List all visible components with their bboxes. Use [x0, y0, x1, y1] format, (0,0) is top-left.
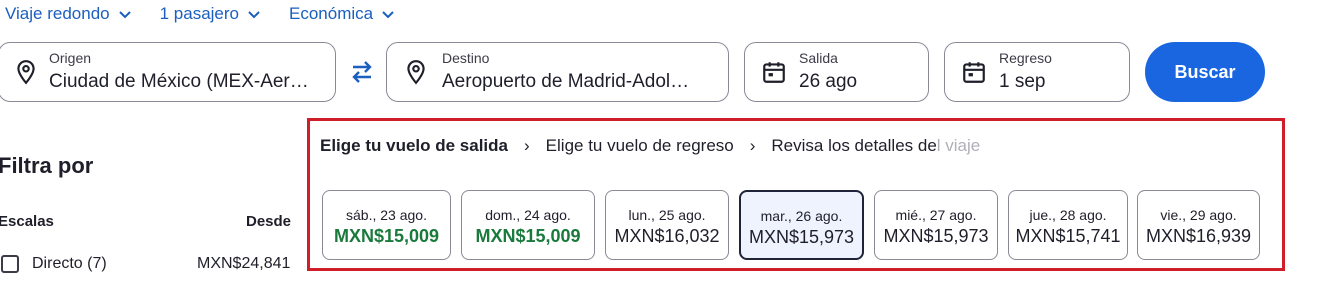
card-date: lun., 25 ago. [628, 207, 706, 223]
date-price-card[interactable]: sáb., 23 ago. MXN$15,009 [322, 190, 451, 260]
date-price-card[interactable]: dom., 24 ago. MXN$15,009 [461, 190, 595, 260]
chevron-right-icon: › [524, 136, 530, 155]
stops-label: Escalas [0, 213, 54, 230]
location-pin-icon [13, 59, 39, 85]
location-pin-icon [403, 59, 429, 85]
trip-type-dropdown[interactable]: Viaje redondo [5, 4, 132, 24]
breadcrumb-step-return: Elige tu vuelo de regreso [545, 136, 734, 155]
breadcrumb: Elige tu vuelo de salida › Elige tu vuel… [320, 136, 980, 156]
card-price: MXN$15,741 [1015, 226, 1121, 246]
card-date: vie., 29 ago. [1160, 207, 1237, 223]
date-price-card[interactable]: vie., 29 ago. MXN$16,939 [1137, 190, 1260, 260]
breadcrumb-step-review: Revisa los detalles del viaje [771, 136, 980, 156]
direct-checkbox[interactable] [1, 255, 19, 273]
destination-field[interactable]: Destino Aeropuerto de Madrid-Adol… [386, 42, 729, 102]
origin-value: Ciudad de México (MEX-Aer… [49, 71, 309, 92]
date-price-card[interactable]: lun., 25 ago. MXN$16,032 [605, 190, 729, 260]
chevron-right-icon: › [749, 136, 756, 155]
chevron-down-icon [118, 7, 132, 21]
card-date: mar., 26 ago. [760, 208, 843, 224]
passengers-dropdown[interactable]: 1 pasajero [160, 4, 261, 24]
depart-value: 26 ago [799, 71, 858, 92]
filters-title: Filtra por [0, 153, 94, 178]
calendar-icon [961, 59, 987, 85]
return-label: Regreso [999, 50, 1052, 66]
calendar-icon [761, 59, 787, 85]
card-price: MXN$15,009 [475, 226, 581, 246]
trip-type-label: Viaje redondo [5, 4, 110, 23]
card-price: MXN$15,009 [333, 226, 440, 246]
return-date-field[interactable]: Regreso 1 sep [944, 42, 1130, 102]
card-date: dom., 24 ago. [485, 207, 571, 223]
direct-option-price: MXN$24,841 [197, 255, 291, 272]
trip-options-bar: Viaje redondo 1 pasajero Económica [5, 4, 395, 24]
card-date: jue., 28 ago. [1029, 207, 1107, 223]
destination-label: Destino [442, 50, 490, 66]
breadcrumb-review-text: Revisa los detalles de [771, 136, 937, 155]
destination-value: Aeropuerto de Madrid-Adol… [442, 71, 690, 92]
from-price-label: Desde [246, 213, 292, 230]
swap-icon[interactable] [348, 58, 376, 86]
passengers-label: 1 pasajero [159, 4, 239, 23]
origin-label: Origen [49, 50, 92, 66]
card-price: MXN$15,973 [748, 227, 855, 247]
chevron-down-icon [247, 7, 261, 21]
depart-date-field[interactable]: Salida 26 ago [744, 42, 929, 102]
card-price: MXN$15,973 [883, 226, 989, 246]
chevron-down-icon [381, 7, 395, 21]
card-date: sáb., 23 ago. [346, 207, 427, 223]
date-price-card[interactable]: jue., 28 ago. MXN$15,741 [1008, 190, 1128, 260]
card-price: MXN$16,939 [1145, 226, 1252, 246]
direct-option-label: Directo (7) [32, 255, 107, 272]
card-date: mié., 27 ago. [895, 207, 977, 223]
depart-label: Salida [799, 50, 838, 66]
card-price: MXN$16,032 [614, 226, 720, 246]
date-price-card[interactable]: mié., 27 ago. MXN$15,973 [874, 190, 998, 260]
breadcrumb-review-faded-text: l viaje [936, 136, 981, 155]
cabin-dropdown[interactable]: Económica [289, 4, 395, 24]
return-value: 1 sep [999, 71, 1046, 92]
breadcrumb-step-outbound: Elige tu vuelo de salida [320, 136, 508, 155]
origin-field[interactable]: Origen Ciudad de México (MEX-Aer… [0, 42, 336, 102]
date-price-card[interactable]: mar., 26 ago. MXN$15,973 [739, 190, 864, 260]
search-button[interactable]: Buscar [1145, 42, 1265, 102]
cabin-label: Económica [289, 4, 374, 23]
